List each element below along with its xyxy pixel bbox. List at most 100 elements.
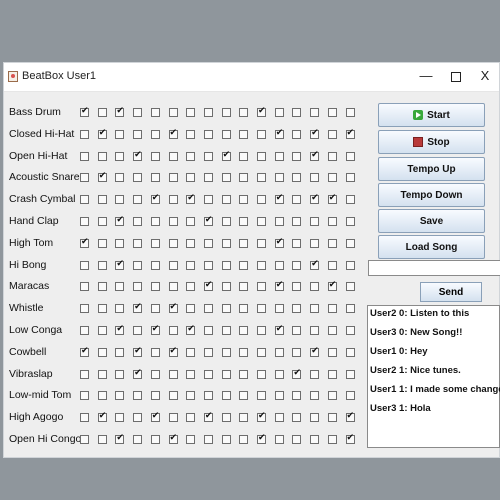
beat-checkbox[interactable] <box>115 369 125 379</box>
beat-checkbox[interactable] <box>115 106 125 117</box>
beat-checkbox[interactable] <box>115 238 125 248</box>
beat-checkbox[interactable] <box>203 108 213 117</box>
beat-checkbox[interactable] <box>292 435 302 444</box>
beat-checkbox[interactable] <box>257 260 266 270</box>
beat-checkbox[interactable] <box>150 411 160 423</box>
beat-checkbox[interactable] <box>239 304 249 314</box>
beat-checkbox[interactable] <box>150 347 160 357</box>
beat-checkbox[interactable] <box>239 129 249 139</box>
beat-checkbox[interactable] <box>239 260 249 270</box>
beat-checkbox[interactable] <box>168 108 178 117</box>
beat-checkbox[interactable] <box>203 195 213 205</box>
beat-checkbox[interactable] <box>239 413 249 423</box>
beat-checkbox[interactable] <box>292 238 302 248</box>
beat-checkbox[interactable] <box>186 260 196 270</box>
beat-checkbox[interactable] <box>97 217 107 226</box>
beat-checkbox[interactable] <box>97 128 107 139</box>
beat-checkbox[interactable] <box>327 304 337 314</box>
beat-checkbox[interactable] <box>97 304 107 314</box>
beat-checkbox[interactable] <box>203 215 213 226</box>
beat-checkbox[interactable] <box>97 347 107 357</box>
message-item[interactable]: User3 1: Hola <box>370 403 431 414</box>
beat-checkbox[interactable] <box>168 433 178 444</box>
beat-checkbox[interactable] <box>186 238 196 248</box>
beat-checkbox[interactable] <box>345 433 355 444</box>
stop-button[interactable]: Stop <box>378 130 485 154</box>
beat-checkbox[interactable] <box>221 326 231 335</box>
beat-checkbox[interactable] <box>150 129 160 139</box>
beat-checkbox[interactable] <box>168 173 178 183</box>
beat-checkbox[interactable] <box>327 435 337 444</box>
beat-checkbox[interactable] <box>327 193 337 205</box>
beat-checkbox[interactable] <box>115 413 125 423</box>
beat-checkbox[interactable] <box>80 106 89 117</box>
beat-checkbox[interactable] <box>257 326 266 335</box>
beat-checkbox[interactable] <box>310 217 320 226</box>
beat-checkbox[interactable] <box>221 369 231 379</box>
beat-checkbox[interactable] <box>150 324 160 335</box>
beat-checkbox[interactable] <box>115 195 125 205</box>
message-item[interactable]: User2 0: Listen to this <box>370 308 469 319</box>
beat-checkbox[interactable] <box>150 282 160 292</box>
beat-checkbox[interactable] <box>133 150 143 161</box>
beat-checkbox[interactable] <box>221 413 231 423</box>
beat-checkbox[interactable] <box>310 173 320 183</box>
beat-checkbox[interactable] <box>186 282 196 292</box>
beat-checkbox[interactable] <box>221 260 231 270</box>
beat-checkbox[interactable] <box>186 413 196 423</box>
tempo-up-button[interactable]: Tempo Up <box>378 157 485 181</box>
beat-checkbox[interactable] <box>186 129 196 139</box>
beat-checkbox[interactable] <box>345 238 355 248</box>
beat-checkbox[interactable] <box>186 173 196 183</box>
beat-checkbox[interactable] <box>292 195 302 205</box>
beat-checkbox[interactable] <box>345 173 355 183</box>
beat-checkbox[interactable] <box>221 282 231 292</box>
beat-checkbox[interactable] <box>203 173 213 183</box>
beat-checkbox[interactable] <box>310 150 320 161</box>
beat-checkbox[interactable] <box>80 217 89 226</box>
beat-checkbox[interactable] <box>97 326 107 335</box>
beat-checkbox[interactable] <box>80 173 89 183</box>
beat-checkbox[interactable] <box>310 413 320 423</box>
beat-checkbox[interactable] <box>310 369 320 379</box>
beat-checkbox[interactable] <box>80 369 89 379</box>
beat-checkbox[interactable] <box>327 391 337 401</box>
beat-checkbox[interactable] <box>292 391 302 401</box>
beat-checkbox[interactable] <box>80 151 89 161</box>
beat-checkbox[interactable] <box>257 238 266 248</box>
beat-checkbox[interactable] <box>115 129 125 139</box>
beat-checkbox[interactable] <box>310 108 320 117</box>
beat-checkbox[interactable] <box>133 326 143 335</box>
beat-checkbox[interactable] <box>115 215 125 226</box>
beat-checkbox[interactable] <box>203 260 213 270</box>
beat-checkbox[interactable] <box>186 324 196 335</box>
beat-checkbox[interactable] <box>257 411 266 423</box>
beat-checkbox[interactable] <box>133 195 143 205</box>
beat-checkbox[interactable] <box>133 346 143 357</box>
beat-checkbox[interactable] <box>257 347 266 357</box>
beat-checkbox[interactable] <box>239 391 249 401</box>
beat-checkbox[interactable] <box>310 193 320 205</box>
beat-checkbox[interactable] <box>239 369 249 379</box>
send-button[interactable]: Send <box>420 282 482 302</box>
beat-checkbox[interactable] <box>274 435 284 444</box>
beat-checkbox[interactable] <box>345 151 355 161</box>
beat-checkbox[interactable] <box>80 391 89 401</box>
beat-checkbox[interactable] <box>133 238 143 248</box>
beat-checkbox[interactable] <box>115 433 125 444</box>
beat-checkbox[interactable] <box>115 304 125 314</box>
beat-checkbox[interactable] <box>239 347 249 357</box>
beat-checkbox[interactable] <box>168 302 178 314</box>
beat-checkbox[interactable] <box>186 217 196 226</box>
beat-checkbox[interactable] <box>345 391 355 401</box>
beat-checkbox[interactable] <box>274 280 284 292</box>
beat-checkbox[interactable] <box>186 391 196 401</box>
beat-checkbox[interactable] <box>292 260 302 270</box>
beat-checkbox[interactable] <box>292 129 302 139</box>
load-song-button[interactable]: Load Song <box>378 235 485 259</box>
beat-checkbox[interactable] <box>221 435 231 444</box>
beat-checkbox[interactable] <box>345 304 355 314</box>
beat-checkbox[interactable] <box>310 435 320 444</box>
beat-checkbox[interactable] <box>274 151 284 161</box>
beat-checkbox[interactable] <box>327 108 337 117</box>
